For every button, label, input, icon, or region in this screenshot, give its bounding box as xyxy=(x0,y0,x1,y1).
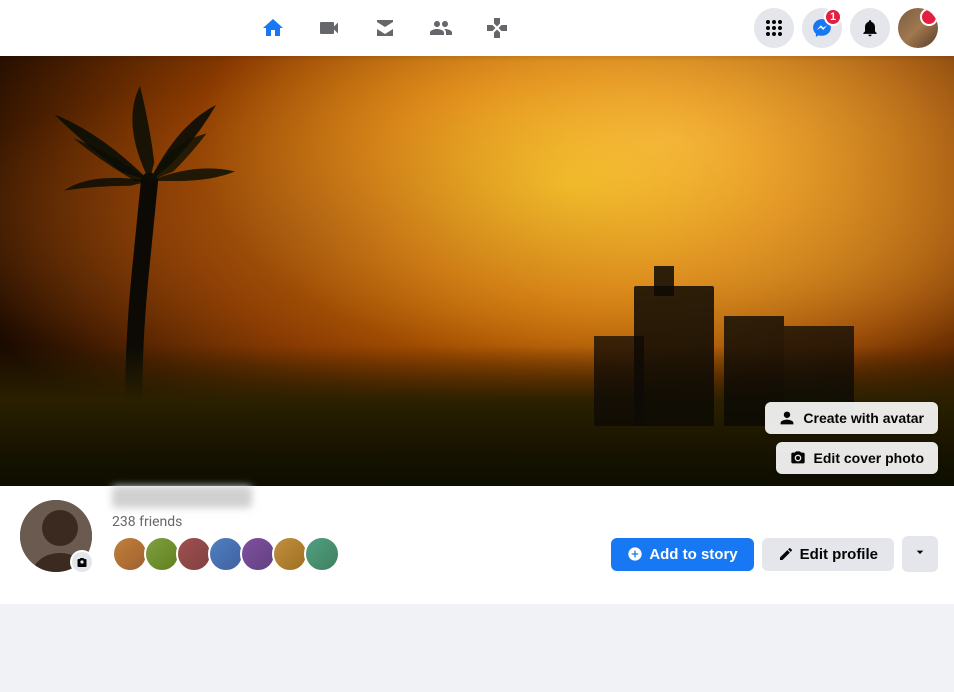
edit-profile-button[interactable]: Edit profile xyxy=(762,538,894,571)
nav-right: 1 xyxy=(754,8,938,48)
edit-cover-photo-label: Edit cover photo xyxy=(814,450,924,466)
messenger-badge: 1 xyxy=(824,8,842,26)
top-navigation: 1 xyxy=(0,0,954,56)
video-nav-button[interactable] xyxy=(305,4,353,52)
profile-section: 238 friends xyxy=(0,486,954,604)
gaming-nav-button[interactable] xyxy=(473,4,521,52)
profile-left: 238 friends xyxy=(16,486,340,576)
profile-row: 238 friends xyxy=(16,486,938,588)
camera-icon-badge[interactable] xyxy=(70,550,94,574)
avatar-badge xyxy=(920,8,938,26)
buildings-silhouette xyxy=(554,246,854,426)
friend-avatar-6 xyxy=(272,536,308,572)
friend-avatar-5 xyxy=(240,536,276,572)
main-content: Create with avatar Edit cover photo xyxy=(0,56,954,604)
groups-nav-button[interactable] xyxy=(417,4,465,52)
add-to-story-label: Add to story xyxy=(649,546,737,563)
messenger-button[interactable]: 1 xyxy=(802,8,842,48)
friend-avatar-1 xyxy=(112,536,148,572)
profile-info: 238 friends xyxy=(112,486,340,576)
friend-avatar-2 xyxy=(144,536,180,572)
more-options-button[interactable] xyxy=(902,536,938,572)
notifications-button[interactable] xyxy=(850,8,890,48)
cover-photo-container: Create with avatar Edit cover photo xyxy=(0,56,954,486)
add-to-story-button[interactable]: Add to story xyxy=(611,538,753,571)
create-with-avatar-label: Create with avatar xyxy=(803,410,924,426)
friend-avatar-4 xyxy=(208,536,244,572)
friends-avatars xyxy=(112,536,340,572)
marketplace-nav-button[interactable] xyxy=(361,4,409,52)
profile-avatar-button[interactable] xyxy=(898,8,938,48)
edit-cover-photo-button[interactable]: Edit cover photo xyxy=(776,442,938,474)
grid-menu-button[interactable] xyxy=(754,8,794,48)
home-nav-button[interactable] xyxy=(249,4,297,52)
friend-avatar-3 xyxy=(176,536,212,572)
profile-avatar-wrapper xyxy=(16,496,96,576)
friends-count: 238 friends xyxy=(112,514,340,530)
profile-actions: Add to story Edit profile xyxy=(611,536,938,576)
nav-center xyxy=(249,4,521,52)
cover-action-buttons: Create with avatar Edit cover photo xyxy=(765,402,938,474)
create-with-avatar-button[interactable]: Create with avatar xyxy=(765,402,938,434)
friend-avatar-7 xyxy=(304,536,340,572)
profile-name-blurred xyxy=(112,486,252,508)
edit-profile-label: Edit profile xyxy=(800,546,878,563)
